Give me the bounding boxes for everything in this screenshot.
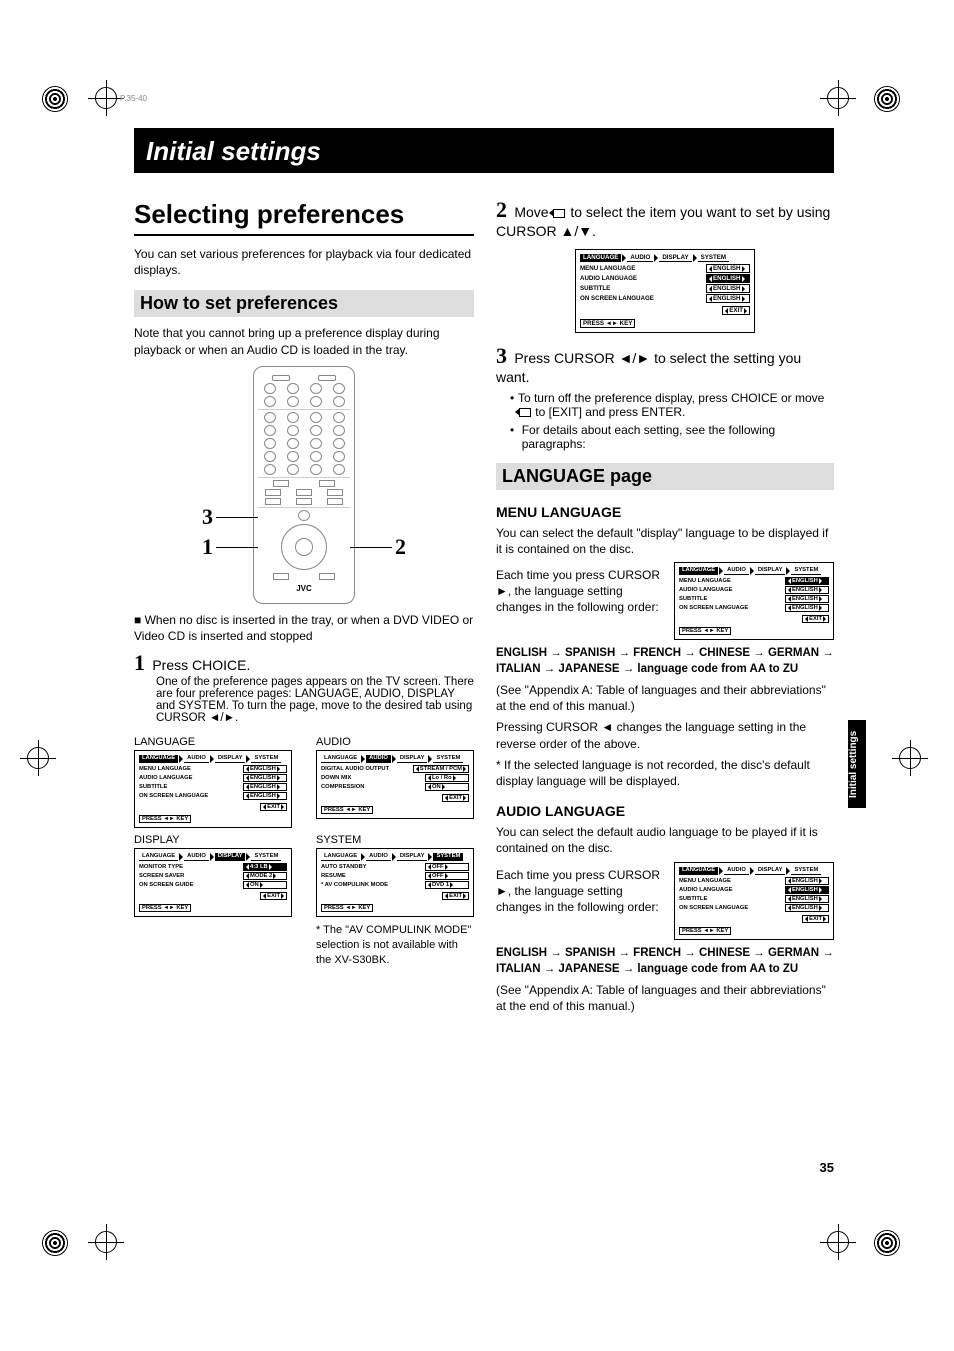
audio-language-p1: You can select the default audio languag…	[496, 824, 834, 856]
panel-label-display: DISPLAY	[134, 834, 292, 846]
osd-audio: LANGUAGE AUDIO DISPLAY SYSTEM DIGITAL AU…	[316, 750, 474, 819]
osd-display: LANGUAGE AUDIO DISPLAY SYSTEM MONITOR TY…	[134, 848, 292, 917]
system-note: * The "AV COMPULINK MODE" selection is n…	[316, 923, 474, 968]
intro-text: You can set various preferences for play…	[134, 246, 474, 278]
audio-language-heading: AUDIO LANGUAGE	[496, 803, 834, 819]
osd-language: LANGUAGE AUDIO DISPLAY SYSTEM MENU LANGU…	[134, 750, 292, 828]
section-title: Selecting preferences	[134, 199, 474, 236]
step-2-action: Move to select the item you want to set …	[496, 204, 830, 239]
remote-brand: JVC	[258, 584, 350, 593]
menu-language-heading: MENU LANGUAGE	[496, 504, 834, 520]
howto-note: Note that you cannot bring up a preferen…	[134, 325, 474, 357]
reg-crosshair	[88, 1224, 124, 1260]
osd-tab: AUDIO	[184, 755, 209, 763]
panel-label-system: SYSTEM	[316, 834, 474, 846]
tray-note: ■ When no disc is inserted in the tray, …	[134, 612, 474, 644]
menu-language-appendix: (See "Appendix A: Table of languages and…	[496, 682, 834, 714]
step-3-bullet-2: • For details about each setting, see th…	[510, 423, 834, 451]
menu-language-p4: * If the selected language is not record…	[496, 757, 834, 789]
menu-language-order: ENGLISH → SPANISH → FRENCH → CHINESE → G…	[496, 645, 834, 677]
osd-tab: LANGUAGE	[139, 755, 178, 763]
cursor-icon	[553, 209, 565, 218]
reg-bullseye	[874, 1230, 900, 1256]
reg-bullseye	[42, 86, 68, 112]
cursor-icon	[519, 408, 531, 417]
osd-menu-language: LANGUAGE AUDIO DISPLAY SYSTEM MENU LANGU…	[674, 562, 834, 640]
callout-3: 3	[202, 504, 213, 530]
top-marker: P.35-40	[120, 94, 147, 103]
step-3-action: Press CURSOR ◄/► to select the setting y…	[496, 350, 801, 385]
audio-language-appendix: (See "Appendix A: Table of languages and…	[496, 982, 834, 1014]
osd-tab: SYSTEM	[251, 755, 281, 763]
step-3-num: 3	[496, 343, 507, 368]
osd-system: LANGUAGE AUDIO DISPLAY SYSTEM AUTO STAND…	[316, 848, 474, 917]
osd-step2: LANGUAGE AUDIO DISPLAY SYSTEM MENU LANGU…	[575, 249, 755, 333]
side-tab: Initial settings	[848, 720, 866, 808]
menu-language-p1: You can select the default "display" lan…	[496, 525, 834, 557]
osd-tab: DISPLAY	[215, 755, 246, 763]
step-1-body: One of the preference pages appears on t…	[156, 676, 474, 724]
panel-label-audio: AUDIO	[316, 736, 474, 748]
menu-language-p3: Pressing CURSOR ◄ changes the language s…	[496, 719, 834, 751]
menu-language-p2: Each time you press CURSOR ►, the langua…	[496, 567, 662, 616]
reg-crosshair	[820, 80, 856, 116]
panel-label-language: LANGUAGE	[134, 736, 292, 748]
step-3-bullet-1: • To turn off the preference display, pr…	[510, 391, 834, 419]
reg-crosshair	[820, 1224, 856, 1260]
leader-line	[216, 517, 258, 518]
tray-note-text: When no disc is inserted in the tray, or…	[134, 613, 473, 643]
leader-line	[216, 547, 258, 548]
header-bar: Initial settings	[134, 128, 834, 173]
remote-diagram: JVC	[253, 366, 355, 604]
step-2-num: 2	[496, 197, 507, 222]
step-1-num: 1	[134, 650, 145, 675]
reg-bullseye	[874, 86, 900, 112]
reg-crosshair	[20, 740, 56, 776]
howto-heading: How to set preferences	[134, 290, 474, 317]
reg-crosshair	[88, 80, 124, 116]
leader-line	[350, 547, 392, 548]
step-1-action: Press CHOICE.	[152, 657, 250, 673]
reg-crosshair	[892, 740, 928, 776]
callout-2: 2	[395, 534, 406, 560]
audio-language-order: ENGLISH → SPANISH → FRENCH → CHINESE → G…	[496, 945, 834, 977]
osd-audio-language: LANGUAGE AUDIO DISPLAY SYSTEM MENU LANGU…	[674, 862, 834, 940]
callout-1: 1	[202, 534, 213, 560]
audio-language-p2: Each time you press CURSOR ►, the langua…	[496, 867, 662, 916]
reg-bullseye	[42, 1230, 68, 1256]
page-number: 35	[820, 1160, 834, 1175]
language-page-heading: LANGUAGE page	[496, 463, 834, 490]
